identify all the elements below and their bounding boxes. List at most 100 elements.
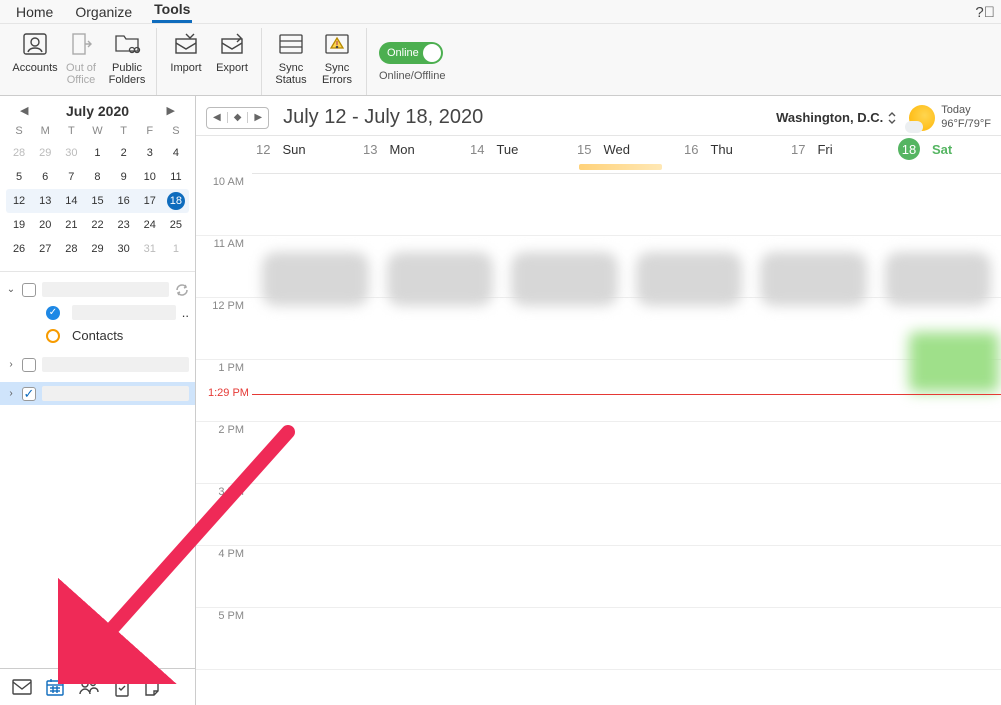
day-header[interactable]: 14Tue <box>466 142 573 157</box>
mini-cal-day[interactable]: 3 <box>137 141 163 165</box>
mini-cal-day[interactable]: 12 <box>6 189 32 213</box>
day-header[interactable]: 13Mon <box>359 142 466 157</box>
allday-event-wed[interactable] <box>579 164 662 170</box>
help-icon[interactable]: ?⃝ <box>975 4 995 21</box>
checkbox-icon[interactable] <box>22 358 36 372</box>
accounts-button[interactable]: Accounts <box>12 28 58 74</box>
person-card-icon <box>21 30 49 58</box>
sync-status-button[interactable]: Sync Status <box>268 28 314 86</box>
checkbox-icon[interactable] <box>22 283 36 297</box>
nav-mail[interactable] <box>12 679 32 695</box>
mini-cal-prev[interactable]: ◀ <box>16 102 32 119</box>
time-row[interactable]: 12 PM <box>196 298 1001 360</box>
day-header-name: Wed <box>603 142 630 157</box>
nav-tasks[interactable] <box>114 677 130 697</box>
tree-group-2-label: –––––––––––– <box>42 357 189 372</box>
date-today[interactable]: ◆ <box>228 112 249 123</box>
redacted-event[interactable] <box>511 252 618 306</box>
mini-cal-day[interactable]: 14 <box>58 189 84 213</box>
redacted-event[interactable] <box>636 252 743 306</box>
mini-cal-day[interactable]: 18 <box>163 189 189 213</box>
mini-cal-day[interactable]: 30 <box>58 141 84 165</box>
online-toggle-label: Online <box>387 47 419 59</box>
time-row[interactable]: 1 PM <box>196 360 1001 422</box>
mini-cal-day[interactable]: 2 <box>111 141 137 165</box>
mini-cal-day[interactable]: 20 <box>32 213 58 237</box>
nav-people[interactable] <box>78 678 100 696</box>
redacted-event-sat[interactable] <box>909 332 999 392</box>
sync-errors-button[interactable]: Sync Errors <box>314 28 360 86</box>
accounts-label: Accounts <box>12 62 57 74</box>
mini-cal-day[interactable]: 4 <box>163 141 189 165</box>
day-header[interactable]: 12Sun <box>252 142 359 157</box>
day-header[interactable]: 18Sat <box>894 138 1001 160</box>
color-circle-icon[interactable] <box>46 329 60 343</box>
tab-home[interactable]: Home <box>14 0 55 23</box>
date-prev[interactable]: ◀ <box>207 112 228 123</box>
mini-cal-day[interactable]: 13 <box>32 189 58 213</box>
mini-cal-day[interactable]: 1 <box>163 237 189 261</box>
mini-cal-day[interactable]: 31 <box>137 237 163 261</box>
nav-calendar[interactable] <box>46 678 64 696</box>
tab-tools[interactable]: Tools <box>152 0 192 23</box>
mini-cal-day[interactable]: 15 <box>84 189 110 213</box>
out-of-office-button[interactable]: Out of Office <box>58 28 104 86</box>
public-folders-button[interactable]: Public Folders <box>104 28 150 86</box>
mini-cal-day[interactable]: 24 <box>137 213 163 237</box>
time-row[interactable]: 2 PM <box>196 422 1001 484</box>
time-row[interactable]: 4 PM <box>196 546 1001 608</box>
redacted-event[interactable] <box>387 252 494 306</box>
mini-cal-day[interactable]: 17 <box>137 189 163 213</box>
import-button[interactable]: Import <box>163 28 209 74</box>
mini-cal-day[interactable]: 29 <box>84 237 110 261</box>
mini-cal-day[interactable]: 21 <box>58 213 84 237</box>
mini-cal-day[interactable]: 11 <box>163 165 189 189</box>
mini-cal-day[interactable]: 22 <box>84 213 110 237</box>
weather-location[interactable]: Washington, D.C. <box>776 110 897 125</box>
mini-cal-next[interactable]: ▶ <box>163 102 179 119</box>
tab-organize[interactable]: Organize <box>73 0 134 23</box>
mini-cal-day[interactable]: 26 <box>6 237 32 261</box>
tree-group-3[interactable]: › ✓ –––––––––––– <box>0 382 195 405</box>
day-header[interactable]: 17Fri <box>787 142 894 157</box>
mini-cal-day[interactable]: 5 <box>6 165 32 189</box>
tree-item-contacts[interactable]: Contacts <box>0 324 195 347</box>
mini-cal-day[interactable]: 7 <box>58 165 84 189</box>
mini-cal-day[interactable]: 27 <box>32 237 58 261</box>
current-time-line <box>252 394 1001 395</box>
mini-cal-day[interactable]: 19 <box>6 213 32 237</box>
mini-cal-day[interactable]: 25 <box>163 213 189 237</box>
mini-cal-day[interactable]: 10 <box>137 165 163 189</box>
day-header[interactable]: 16Thu <box>680 142 787 157</box>
mini-cal-day[interactable]: 16 <box>111 189 137 213</box>
nav-notes[interactable] <box>144 678 160 696</box>
mini-cal-day[interactable]: 9 <box>111 165 137 189</box>
time-grid[interactable]: 10 AM11 AM12 PM1 PM2 PM3 PM4 PM5 PM 1:29… <box>196 174 1001 705</box>
day-header[interactable]: 15Wed <box>573 142 680 157</box>
export-button[interactable]: Export <box>209 28 255 74</box>
checkbox-checked-icon[interactable]: ✓ <box>22 387 36 401</box>
mini-cal-day[interactable]: 29 <box>32 141 58 165</box>
check-circle-icon[interactable]: ✓ <box>46 306 60 320</box>
redacted-event[interactable] <box>885 252 992 306</box>
time-row[interactable]: 3 PM <box>196 484 1001 546</box>
day-header-name: Sat <box>932 142 952 157</box>
mini-cal-day[interactable]: 6 <box>32 165 58 189</box>
tree-group-2[interactable]: › –––––––––––– <box>0 353 195 376</box>
mini-cal-day[interactable]: 30 <box>111 237 137 261</box>
mini-cal-day[interactable]: 1 <box>84 141 110 165</box>
tree-group-1[interactable]: ⌄ –––––––––– <box>0 278 195 301</box>
tree-item-calendar-1[interactable]: ✓ –––––––––––– .. <box>0 301 195 324</box>
mini-cal-day[interactable]: 28 <box>58 237 84 261</box>
mini-cal-day[interactable]: 23 <box>111 213 137 237</box>
time-row[interactable]: 5 PM <box>196 608 1001 670</box>
time-row[interactable]: 10 AM <box>196 174 1001 236</box>
weather-widget[interactable]: Today 96°F/79°F <box>909 104 991 130</box>
menu-tab-bar: Home Organize Tools ?⃝ <box>0 0 1001 24</box>
redacted-event[interactable] <box>760 252 867 306</box>
date-next[interactable]: ▶ <box>248 112 268 123</box>
online-toggle[interactable]: Online <box>379 42 443 64</box>
redacted-event[interactable] <box>262 252 369 306</box>
mini-cal-day[interactable]: 28 <box>6 141 32 165</box>
mini-cal-day[interactable]: 8 <box>84 165 110 189</box>
